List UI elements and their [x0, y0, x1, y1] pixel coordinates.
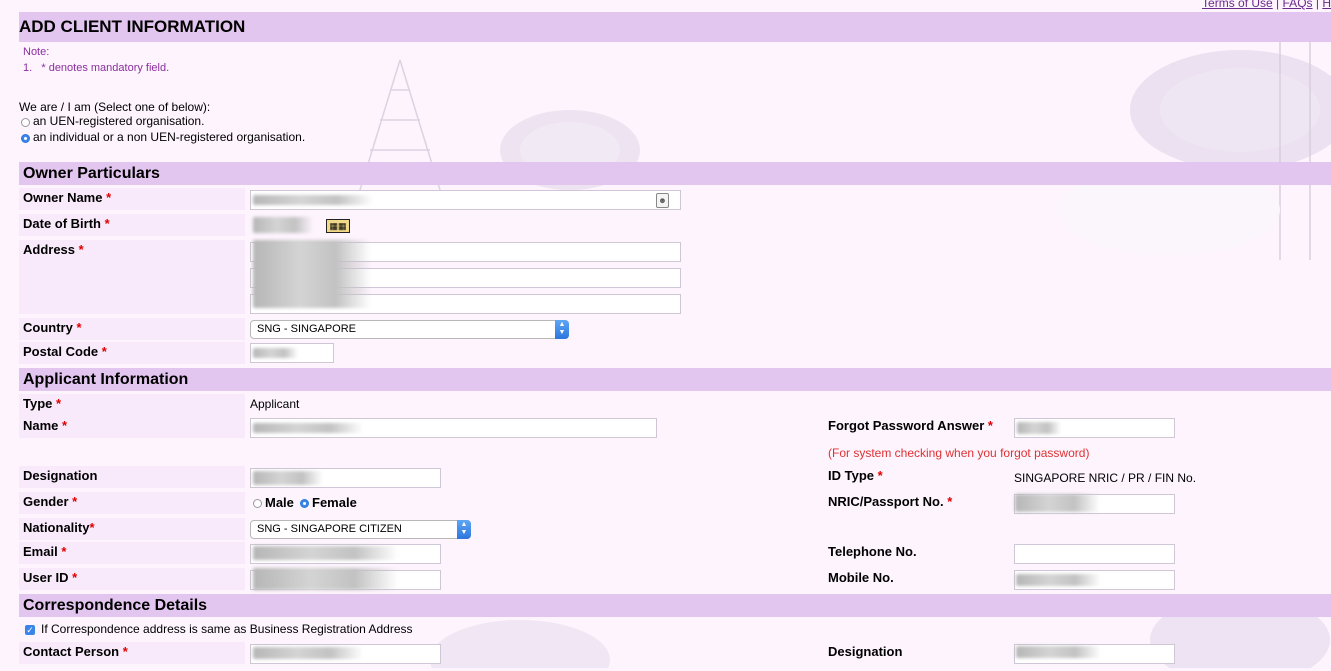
same-address-checkbox[interactable]: ✓: [25, 625, 35, 635]
chevron-updown-icon: ▲ ▼: [555, 320, 569, 339]
gender-option-female[interactable]: Female: [312, 495, 357, 510]
note-item-number: 1.: [23, 62, 33, 74]
type-value: Applicant: [250, 397, 300, 411]
redacted-value: [1015, 494, 1100, 512]
redacted-value: [253, 647, 363, 659]
note-heading: Note:: [23, 46, 50, 58]
owner-section-heading: Owner Particulars: [19, 162, 1331, 185]
applicant-name-label: Name *: [23, 418, 68, 433]
redacted-value: [253, 240, 371, 308]
redacted-value: [1016, 574, 1101, 586]
calendar-icon[interactable]: ▦▦: [326, 219, 350, 233]
nationality-select[interactable]: SNG - SINGAPORE CITIZEN ▲ ▼: [250, 520, 471, 539]
applicant-section-heading: Applicant Information: [19, 368, 1331, 391]
faqs-link[interactable]: FAQs: [1283, 0, 1313, 10]
owner-name-label: Owner Name *: [23, 190, 112, 205]
redacted-value: [253, 546, 398, 560]
redacted-value: [1017, 422, 1061, 434]
type-label: Type *: [23, 396, 62, 411]
nationality-label: Nationality*: [23, 520, 95, 535]
designation-label: Designation: [23, 468, 98, 483]
same-address-checkbox-label[interactable]: If Correspondence address is same as Bus…: [41, 622, 413, 636]
page-title: ADD CLIENT INFORMATION: [19, 12, 1331, 42]
entity-radio-individual[interactable]: [21, 134, 30, 143]
forgot-password-hint: (For system checking when you forgot pas…: [828, 446, 1090, 460]
id-type-value: SINGAPORE NRIC / PR / FIN No.: [1014, 471, 1197, 485]
note-item: 1. * denotes mandatory field.: [23, 62, 169, 74]
id-type-label: ID Type *: [828, 468, 883, 483]
gender-label: Gender *: [23, 494, 78, 509]
nric-label: NRIC/Passport No. *: [828, 494, 953, 509]
gender-radio-female[interactable]: [300, 499, 309, 508]
telephone-label: Telephone No.: [828, 544, 917, 559]
correspondence-section-heading: Correspondence Details: [19, 594, 1331, 617]
help-link[interactable]: H: [1322, 0, 1331, 10]
entity-option-uen[interactable]: an UEN-registered organisation.: [33, 114, 204, 128]
contact-person-label: Contact Person *: [23, 644, 128, 659]
gender-radio-male[interactable]: [253, 499, 262, 508]
entity-radio-uen[interactable]: [21, 118, 30, 127]
address-label: Address *: [23, 242, 84, 257]
country-label: Country *: [23, 320, 82, 335]
terms-of-use-link[interactable]: Terms of Use: [1202, 0, 1273, 10]
entity-option-individual[interactable]: an individual or a non UEN-registered or…: [33, 130, 305, 144]
note-item-text: * denotes mandatory field.: [41, 62, 170, 74]
contact-card-icon[interactable]: ☻: [656, 193, 669, 208]
redacted-value: [253, 217, 313, 233]
mobile-label: Mobile No.: [828, 570, 894, 585]
user-id-label: User ID *: [23, 570, 78, 585]
redacted-value: [1016, 646, 1101, 658]
correspondence-designation-label: Designation: [828, 644, 903, 659]
redacted-value: [253, 195, 373, 205]
redacted-value: [253, 568, 398, 590]
redacted-value: [253, 423, 363, 433]
telephone-input[interactable]: [1014, 544, 1175, 564]
forgot-password-answer-label: Forgot Password Answer *: [828, 418, 993, 433]
redacted-value: [253, 471, 323, 485]
gender-option-male[interactable]: Male: [265, 495, 294, 510]
redacted-value: [253, 348, 298, 358]
entity-prompt: We are / I am (Select one of below):: [19, 100, 211, 114]
email-label: Email *: [23, 544, 67, 559]
chevron-updown-icon: ▲ ▼: [457, 520, 471, 539]
dob-label: Date of Birth *: [23, 216, 110, 231]
background-satellite-image-right: [1040, 40, 1331, 260]
country-select[interactable]: SNG - SINGAPORE ▲ ▼: [250, 320, 569, 339]
top-links: Terms of Use | FAQs | H: [1202, 0, 1331, 10]
postal-code-label: Postal Code *: [23, 344, 107, 359]
